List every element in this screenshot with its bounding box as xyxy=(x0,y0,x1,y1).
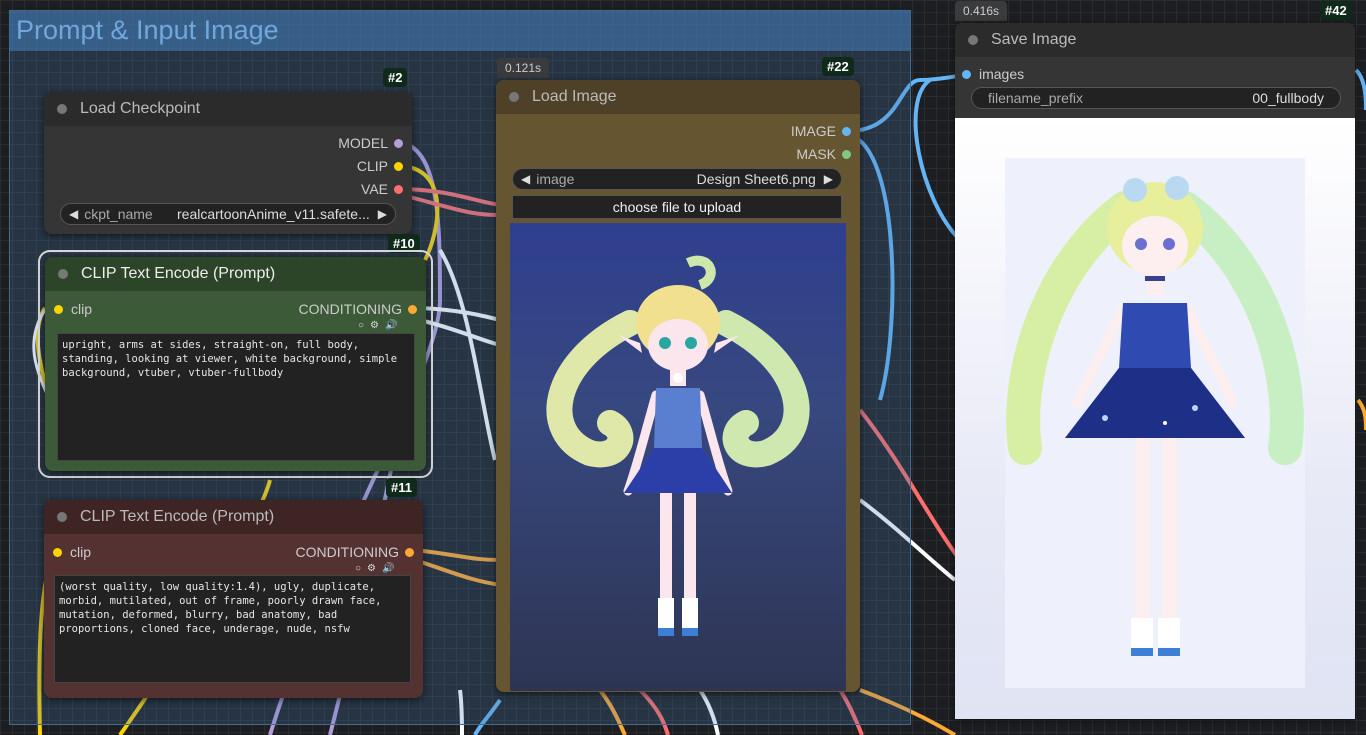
widget-toolbar: ○ ⚙ 🔊 xyxy=(358,320,397,331)
output-vae-slot[interactable]: VAE xyxy=(361,181,403,197)
input-image-preview xyxy=(510,223,846,691)
slot-label: CONDITIONING xyxy=(298,301,402,317)
output-image-slot[interactable]: IMAGE xyxy=(791,123,851,139)
node-title: CLIP Text Encode (Prompt) xyxy=(81,265,276,282)
circle-toggle-icon[interactable]: ○ xyxy=(358,320,364,331)
right-arrow-icon[interactable]: ▶ xyxy=(378,207,387,221)
image-combo[interactable]: ◀ image Design Sheet6.png ▶ xyxy=(512,168,842,190)
combo-value: realcartoonAnime_v11.safete... xyxy=(177,206,370,222)
settings-gear-icon[interactable]: ⚙ xyxy=(367,563,376,574)
clip-text-encode-negative-node[interactable]: CLIP Text Encode (Prompt) clip CONDITION… xyxy=(44,500,423,698)
node-title: Save Image xyxy=(991,31,1077,48)
filename-prefix-field[interactable]: filename_prefix 00_fullbody xyxy=(971,87,1341,109)
node-title: Load Checkpoint xyxy=(80,100,201,117)
input-clip-slot[interactable]: clip xyxy=(53,544,91,560)
output-mask-slot[interactable]: MASK xyxy=(796,146,851,162)
combo-label: ckpt_name xyxy=(84,206,153,222)
settings-gear-icon[interactable]: ⚙ xyxy=(370,320,379,331)
clip-socket-icon[interactable] xyxy=(53,547,62,557)
mask-socket-icon[interactable] xyxy=(842,149,851,159)
combo-label: image xyxy=(536,171,575,187)
widget-toolbar: ○ ⚙ 🔊 xyxy=(355,563,394,574)
slot-label: IMAGE xyxy=(790,123,836,139)
node-title-bar[interactable]: Load Image xyxy=(496,80,860,114)
vae-socket-icon[interactable] xyxy=(394,184,403,194)
character-illustration xyxy=(546,255,810,636)
node-id-badge: #42 xyxy=(1320,1,1352,20)
image-socket-icon[interactable] xyxy=(842,126,851,136)
slot-label: clip xyxy=(70,544,92,560)
left-arrow-icon[interactable]: ◀ xyxy=(69,207,78,221)
node-title-bar[interactable]: Save Image xyxy=(955,23,1355,57)
collapse-dot-icon[interactable] xyxy=(58,269,68,279)
output-conditioning-slot[interactable]: CONDITIONING xyxy=(296,544,414,560)
node-title: Load Image xyxy=(532,88,617,105)
collapse-dot-icon[interactable] xyxy=(509,92,519,102)
slot-label: CONDITIONING xyxy=(295,544,399,560)
save-image-node[interactable]: Save Image images filename_prefix 00_ful… xyxy=(955,23,1355,719)
right-arrow-icon[interactable]: ▶ xyxy=(824,172,833,186)
input-clip-slot[interactable]: clip xyxy=(54,301,92,317)
load-checkpoint-node[interactable]: Load Checkpoint MODEL CLIP VAE ◀ ckpt_na… xyxy=(44,92,412,234)
prompt-textarea[interactable]: upright, arms at sides, straight-on, ful… xyxy=(57,333,415,461)
output-clip-slot[interactable]: CLIP xyxy=(357,158,403,174)
clip-text-encode-positive-node[interactable]: CLIP Text Encode (Prompt) clip CONDITION… xyxy=(45,257,426,471)
choose-file-upload-button[interactable]: choose file to upload xyxy=(512,195,842,219)
left-arrow-icon[interactable]: ◀ xyxy=(521,172,530,186)
execution-time: 0.121s xyxy=(497,58,550,78)
images-socket-icon[interactable] xyxy=(962,69,971,79)
combo-value: Design Sheet6.png xyxy=(696,171,816,187)
field-label: filename_prefix xyxy=(988,90,1083,106)
speaker-icon[interactable]: 🔊 xyxy=(385,320,397,331)
node-id-badge: #22 xyxy=(822,57,854,76)
clip-socket-icon[interactable] xyxy=(54,304,63,314)
node-title-bar[interactable]: CLIP Text Encode (Prompt) xyxy=(45,257,426,291)
node-title-bar[interactable]: CLIP Text Encode (Prompt) xyxy=(44,500,423,534)
slot-label: CLIP xyxy=(356,158,388,174)
generated-character-illustration xyxy=(1005,158,1305,688)
collapse-dot-icon[interactable] xyxy=(57,104,67,114)
slot-label: MASK xyxy=(796,146,836,162)
input-images-slot[interactable]: images xyxy=(962,66,1024,82)
node-id-badge: #11 xyxy=(386,478,417,497)
slot-label: MODEL xyxy=(338,135,388,151)
node-title-bar[interactable]: Load Checkpoint xyxy=(44,92,412,126)
group-title[interactable]: Prompt & Input Image xyxy=(10,11,910,51)
execution-time: 0.416s xyxy=(955,1,1008,21)
output-image-preview xyxy=(955,118,1355,719)
slot-label: images xyxy=(979,66,1025,82)
field-value: 00_fullbody xyxy=(1252,90,1324,106)
conditioning-socket-icon[interactable] xyxy=(408,304,417,314)
negative-prompt-textarea[interactable]: (worst quality, low quality:1.4), ugly, … xyxy=(54,575,411,683)
model-socket-icon[interactable] xyxy=(394,138,403,148)
collapse-dot-icon[interactable] xyxy=(968,35,978,45)
speaker-icon[interactable]: 🔊 xyxy=(382,563,394,574)
conditioning-socket-icon[interactable] xyxy=(405,547,414,557)
node-id-badge: #2 xyxy=(383,68,408,87)
load-image-node[interactable]: Load Image IMAGE MASK ◀ image Design She… xyxy=(496,80,860,692)
output-conditioning-slot[interactable]: CONDITIONING xyxy=(299,301,417,317)
clip-socket-icon[interactable] xyxy=(394,161,403,171)
node-title: CLIP Text Encode (Prompt) xyxy=(80,508,275,525)
slot-label: clip xyxy=(71,301,93,317)
ckpt-name-combo[interactable]: ◀ ckpt_name realcartoonAnime_v11.safete.… xyxy=(60,203,396,225)
circle-toggle-icon[interactable]: ○ xyxy=(355,563,361,574)
output-model-slot[interactable]: MODEL xyxy=(338,135,403,151)
slot-label: VAE xyxy=(361,181,388,197)
collapse-dot-icon[interactable] xyxy=(57,512,67,522)
